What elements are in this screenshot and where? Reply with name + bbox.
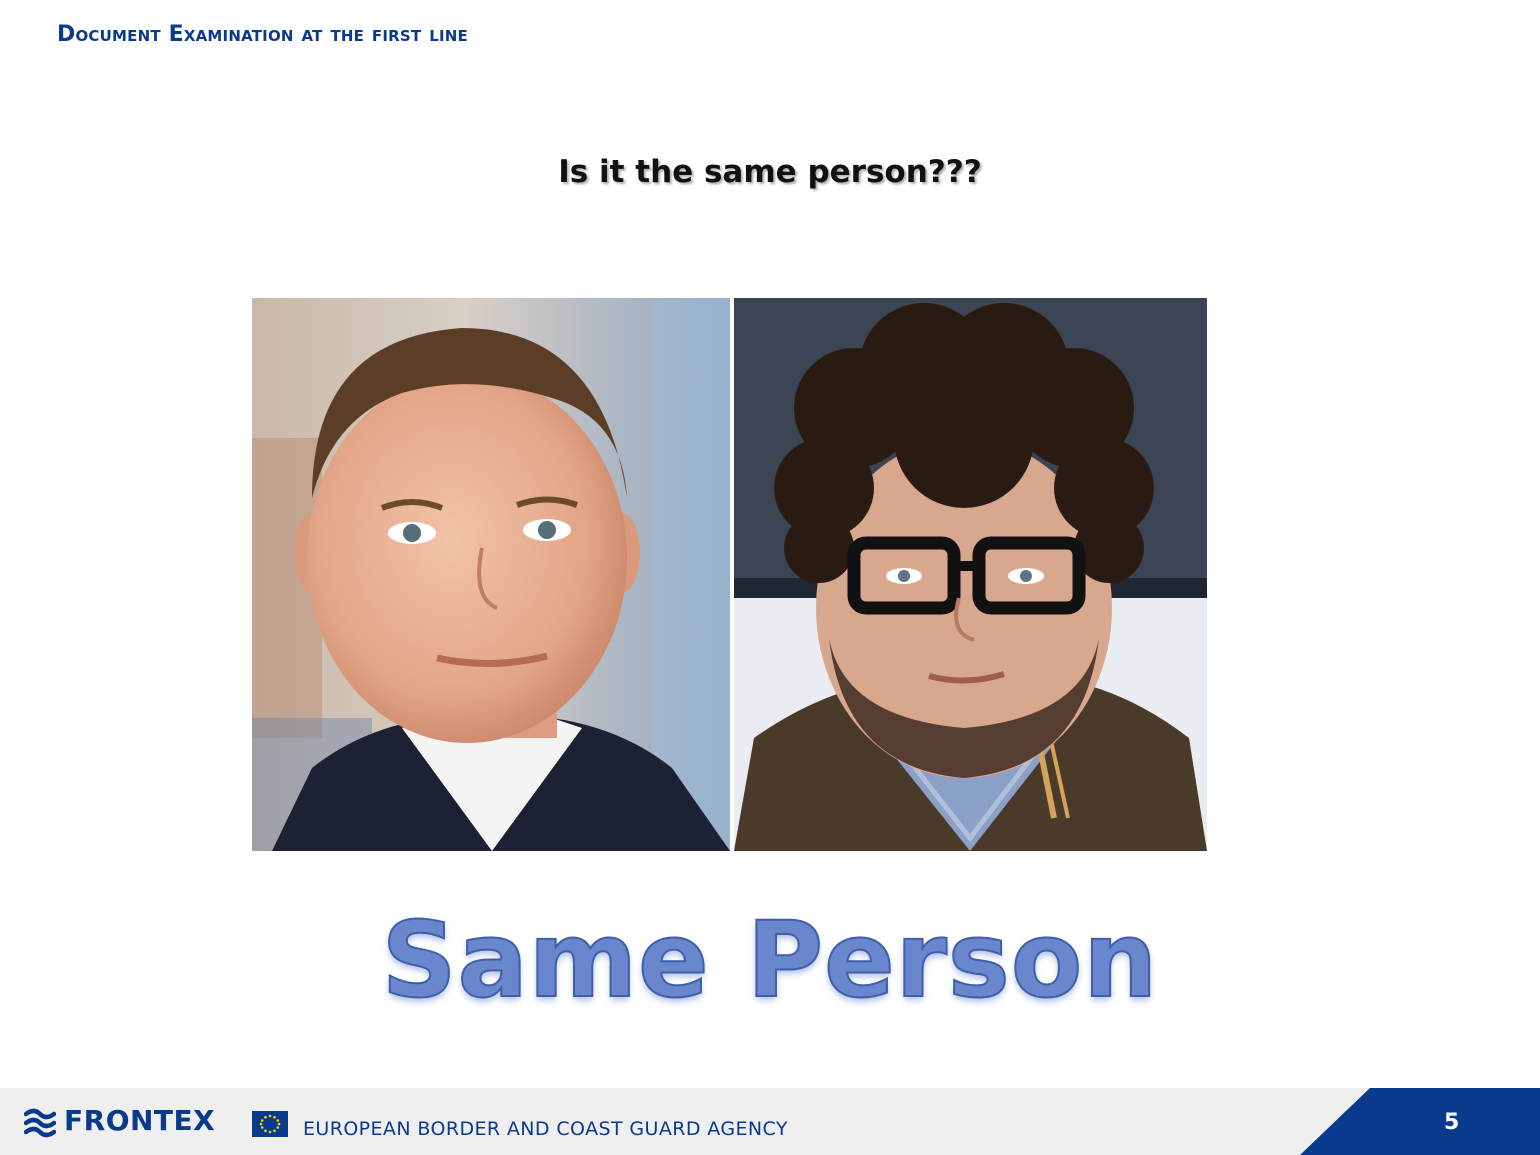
photo-comparison	[252, 298, 1207, 851]
footer-bar: FRONTEX EUROPEAN BORDER AND COAST GUARD …	[0, 1088, 1540, 1155]
eu-flag-icon	[252, 1111, 288, 1137]
slide-question: Is it the same person???	[558, 154, 982, 190]
page-number-tab	[1300, 1088, 1540, 1155]
brand-name: FRONTEX	[64, 1104, 216, 1137]
frontex-waves-icon	[24, 1108, 56, 1138]
portrait-photo-left	[252, 298, 730, 851]
agency-name: EUROPEAN BORDER AND COAST GUARD AGENCY	[303, 1118, 788, 1140]
slide-answer: Same Person	[381, 898, 1159, 1022]
slide: Document Examination at the first line I…	[0, 0, 1540, 1155]
portrait-photo-right	[734, 298, 1207, 851]
page-number: 5	[1444, 1110, 1460, 1135]
header-title: Document Examination at the first line	[57, 22, 468, 47]
